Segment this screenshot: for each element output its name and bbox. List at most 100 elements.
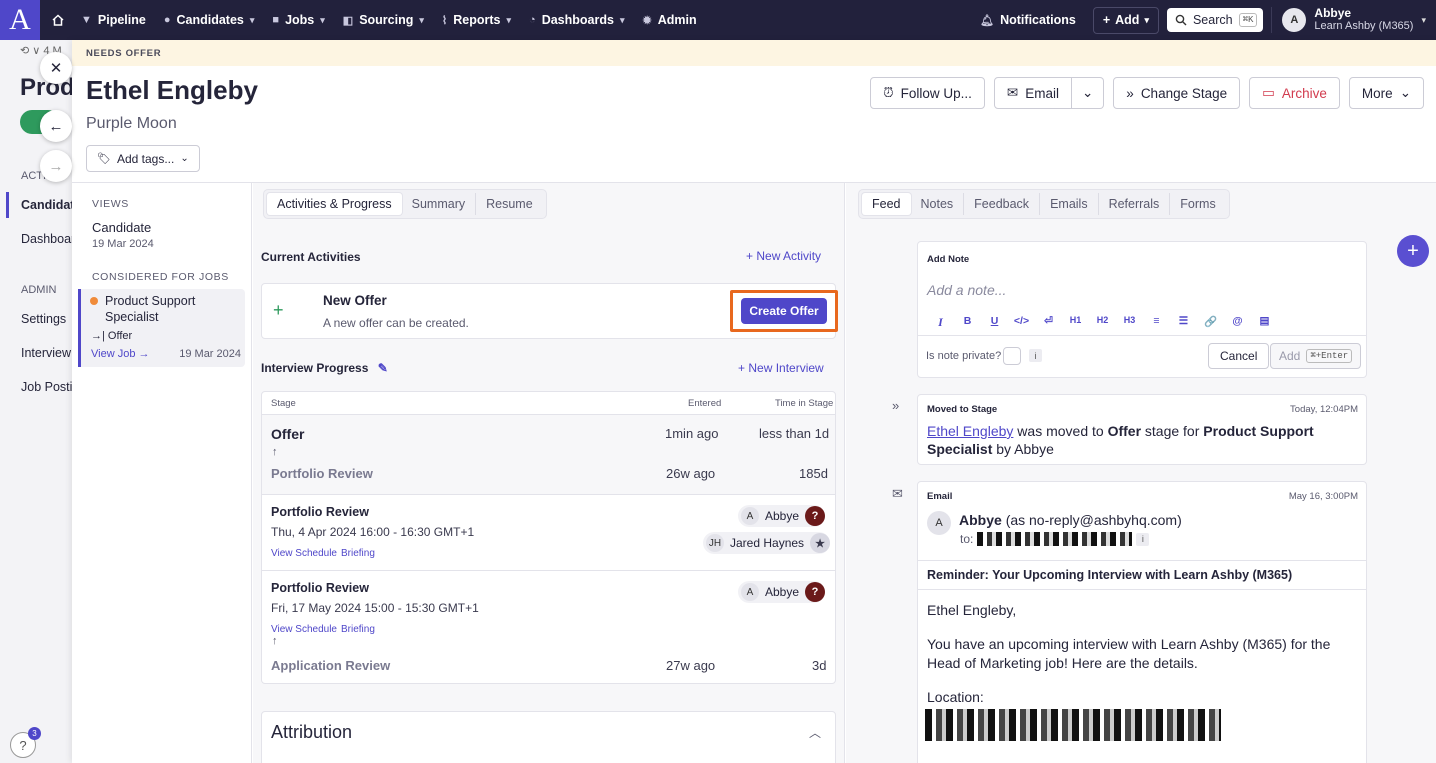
nav-candidates[interactable]: ● Candidates ▾: [155, 13, 264, 27]
heading3-icon[interactable]: H3: [1116, 315, 1143, 330]
new-activity-button[interactable]: + New Activity: [746, 249, 821, 263]
job-card[interactable]: Product Support Specialist →| Offer View…: [78, 289, 245, 367]
background-nav-dashboards[interactable]: Dashboar: [21, 232, 75, 246]
create-offer-button[interactable]: Create Offer: [741, 298, 827, 324]
job-date: 19 Mar 2024: [179, 348, 241, 360]
chevron-down-icon: ▾: [249, 14, 255, 25]
view-schedule-link[interactable]: View Schedule: [271, 548, 337, 559]
chevron-up-icon[interactable]: ︿: [809, 724, 821, 741]
briefing-link[interactable]: Briefing: [341, 624, 375, 635]
interviewer-chip[interactable]: JH Jared Haynes ★: [703, 532, 831, 554]
mention-icon[interactable]: @: [1224, 315, 1251, 330]
add-note-button[interactable]: Add ⌘+Enter: [1270, 343, 1362, 369]
email-location-label: Location:: [927, 689, 984, 705]
italic-icon[interactable]: I: [927, 315, 954, 330]
ordered-list-icon[interactable]: ≡: [1143, 315, 1170, 330]
close-icon[interactable]: ✕: [40, 52, 72, 84]
tab-activities-progress[interactable]: Activities & Progress: [267, 193, 402, 215]
bullet-list-icon[interactable]: ☰: [1170, 315, 1197, 330]
redacted-block: [925, 709, 1221, 741]
feed-item-heading: Moved to Stage: [927, 404, 998, 415]
nav-reports[interactable]: ⌇ Reports ▾: [433, 13, 520, 27]
add-tags-dropdown[interactable]: 🏷︎ Add tags... ⌄: [86, 145, 200, 172]
stage-entered: 1min ago: [665, 426, 719, 441]
code-block-icon[interactable]: ⏎: [1035, 315, 1062, 330]
private-checkbox[interactable]: [1003, 347, 1021, 365]
status-dot: [90, 297, 98, 305]
briefing-link[interactable]: Briefing: [341, 548, 375, 559]
attribution-section[interactable]: Attribution ︿: [261, 711, 836, 763]
info-icon[interactable]: i: [1029, 349, 1042, 362]
new-interview-button[interactable]: + New Interview: [738, 361, 824, 375]
tab-summary[interactable]: Summary: [402, 193, 477, 215]
heading2-icon[interactable]: H2: [1089, 315, 1116, 330]
view-job-link[interactable]: View Job →: [91, 348, 150, 360]
info-icon[interactable]: i: [1136, 532, 1150, 546]
nav-sourcing[interactable]: ◧ Sourcing ▾: [334, 13, 433, 27]
view-schedule-link[interactable]: View Schedule: [271, 624, 337, 635]
background-nav-candidates[interactable]: Candidat: [21, 198, 74, 212]
interview-time: Fri, 17 May 2024 15:00 - 15:30 GMT+1: [271, 601, 479, 615]
home-icon[interactable]: [44, 13, 72, 27]
tab-feedback[interactable]: Feedback: [964, 193, 1041, 215]
background-nav-job-postings[interactable]: Job Postin: [21, 380, 79, 394]
current-activities-heading: Current Activities: [261, 250, 361, 264]
notifications-button[interactable]: 🔔︎ Notifications: [971, 13, 1085, 27]
tab-emails[interactable]: Emails: [1040, 193, 1099, 215]
tab-forms[interactable]: Forms: [1170, 193, 1225, 215]
stage-entered: 26w ago: [666, 466, 716, 481]
note-input[interactable]: Add a note...: [927, 282, 1006, 298]
tab-feed[interactable]: Feed: [862, 193, 911, 215]
follow-up-button[interactable]: ⏰︎ Follow Up...: [870, 77, 985, 109]
background-nav-interview[interactable]: Interview: [21, 346, 71, 360]
user-menu[interactable]: A Abbye Learn Ashby (M365) ▾: [1271, 7, 1426, 33]
nav-jobs[interactable]: ■ Jobs ▾: [263, 13, 333, 27]
background-nav-settings[interactable]: Settings: [21, 312, 66, 326]
add-plus-button[interactable]: +: [1397, 235, 1429, 267]
candidate-link[interactable]: Ethel Engleby: [927, 423, 1013, 439]
nav-pipeline[interactable]: ▼ Pipeline: [72, 13, 155, 27]
archive-button[interactable]: ▭ Archive: [1249, 77, 1340, 109]
background-selected-indicator: [6, 192, 9, 218]
nav-admin[interactable]: ✹ Admin: [633, 13, 705, 27]
view-candidate[interactable]: Candidate 19 Mar 2024: [92, 220, 154, 252]
email-options-button[interactable]: ⌄: [1071, 77, 1105, 109]
email-button[interactable]: ✉ Email: [993, 77, 1072, 109]
filter-icon: ▼: [81, 14, 92, 26]
underline-icon[interactable]: U: [981, 315, 1008, 330]
background-sidebar: [0, 40, 72, 763]
add-note-heading: Add Note: [927, 254, 970, 265]
column-stage: Stage: [271, 398, 296, 409]
interview-time: Thu, 4 Apr 2024 16:00 - 16:30 GMT+1: [271, 525, 475, 539]
bold-icon[interactable]: B: [954, 315, 981, 330]
add-button[interactable]: + Add ▾: [1092, 6, 1159, 34]
link-icon[interactable]: 🔗: [1197, 315, 1224, 330]
template-icon[interactable]: ▤: [1251, 315, 1278, 330]
user-name: Abbye: [1314, 6, 1352, 20]
plus-icon: +: [273, 300, 284, 320]
nav-dashboards[interactable]: ◔ Dashboards ▾: [520, 13, 633, 27]
heading1-icon[interactable]: H1: [1062, 315, 1089, 330]
email-sender: Abbye (as no-reply@ashbyhq.com): [959, 512, 1182, 528]
tab-referrals[interactable]: Referrals: [1099, 193, 1171, 215]
arrow-right-icon[interactable]: →: [40, 150, 72, 182]
tab-resume[interactable]: Resume: [476, 193, 543, 215]
cancel-button[interactable]: Cancel: [1208, 343, 1270, 369]
pencil-icon[interactable]: ✎: [378, 361, 388, 375]
change-stage-button[interactable]: » Change Stage: [1113, 77, 1241, 109]
ashby-logo[interactable]: A: [0, 0, 40, 40]
feed-item-email: Email May 16, 3:00PM A Abbye (as no-repl…: [917, 481, 1367, 763]
chevron-down-icon: ▾: [320, 14, 325, 25]
bell-icon: 🔔︎: [980, 14, 995, 27]
tab-notes[interactable]: Notes: [911, 193, 965, 215]
search-button[interactable]: Search ⌘K: [1166, 8, 1264, 32]
stage-time: less than 1d: [759, 426, 830, 441]
feed-tabs: Feed Notes Feedback Emails Referrals For…: [858, 189, 1230, 219]
interviewer-chip[interactable]: A Abbye?: [738, 505, 826, 527]
interviewer-chip[interactable]: A Abbye?: [738, 581, 826, 603]
background-section-admin: ADMIN: [21, 284, 57, 296]
code-icon[interactable]: </>: [1008, 315, 1035, 330]
more-button[interactable]: More ⌄: [1348, 77, 1424, 109]
activity-title: New Offer: [323, 293, 387, 308]
arrow-left-icon[interactable]: ←: [40, 110, 72, 142]
